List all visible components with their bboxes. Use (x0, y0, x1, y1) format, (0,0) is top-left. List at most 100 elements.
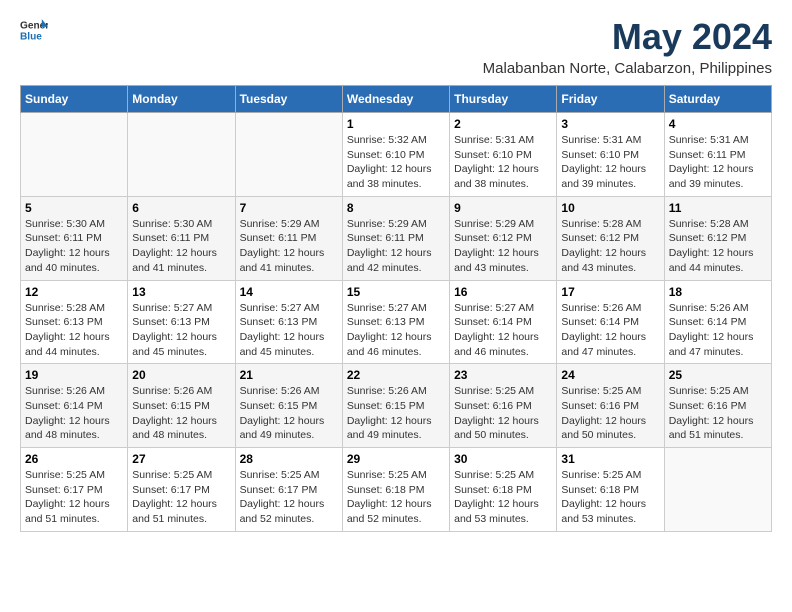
day-number: 14 (240, 285, 338, 299)
day-number: 12 (25, 285, 123, 299)
day-number: 17 (561, 285, 659, 299)
header-saturday: Saturday (664, 86, 771, 113)
week-row-4: 19Sunrise: 5:26 AMSunset: 6:14 PMDayligh… (21, 364, 772, 448)
day-info: Sunrise: 5:25 AMSunset: 6:18 PMDaylight:… (561, 468, 659, 527)
day-number: 27 (132, 452, 230, 466)
day-cell: 9 Sunrise: 5:29 AMSunset: 6:12 PMDaylight… (450, 196, 557, 280)
day-cell: 6 Sunrise: 5:30 AMSunset: 6:11 PMDaylight… (128, 196, 235, 280)
day-cell: 25 Sunrise: 5:25 AMSunset: 6:16 PMDayligh… (664, 364, 771, 448)
day-cell: 15 Sunrise: 5:27 AMSunset: 6:13 PMDayligh… (342, 280, 449, 364)
week-row-3: 12 Sunrise: 5:28 AMSunset: 6:13 PMDayligh… (21, 280, 772, 364)
day-info: Sunrise: 5:26 AMSunset: 6:14 PMDaylight:… (25, 384, 123, 443)
header: General Blue May 2024 Malabanban Norte, … (20, 16, 772, 77)
day-info: Sunrise: 5:26 AMSunset: 6:15 PMDaylight:… (240, 384, 338, 443)
day-number: 21 (240, 368, 338, 382)
calendar-header: Sunday Monday Tuesday Wednesday Thursday… (21, 86, 772, 113)
day-number: 3 (561, 117, 659, 131)
day-info: Sunrise: 5:25 AMSunset: 6:18 PMDaylight:… (347, 468, 445, 527)
week-row-2: 5 Sunrise: 5:30 AMSunset: 6:11 PMDaylight… (21, 196, 772, 280)
day-info: Sunrise: 5:27 AMSunset: 6:14 PMDaylight:… (454, 301, 552, 360)
day-number: 10 (561, 201, 659, 215)
day-cell (21, 113, 128, 197)
day-info: Sunrise: 5:29 AMSunset: 6:12 PMDaylight:… (454, 217, 552, 276)
header-sunday: Sunday (21, 86, 128, 113)
calendar-body: 1 Sunrise: 5:32 AMSunset: 6:10 PMDaylight… (21, 113, 772, 532)
day-cell: 31 Sunrise: 5:25 AMSunset: 6:18 PMDayligh… (557, 448, 664, 532)
day-info: Sunrise: 5:25 AMSunset: 6:17 PMDaylight:… (25, 468, 123, 527)
header-monday: Monday (128, 86, 235, 113)
day-cell: 8 Sunrise: 5:29 AMSunset: 6:11 PMDaylight… (342, 196, 449, 280)
day-info: Sunrise: 5:25 AMSunset: 6:16 PMDaylight:… (561, 384, 659, 443)
day-cell: 12 Sunrise: 5:28 AMSunset: 6:13 PMDayligh… (21, 280, 128, 364)
day-number: 13 (132, 285, 230, 299)
day-number: 22 (347, 368, 445, 382)
day-cell: 21 Sunrise: 5:26 AMSunset: 6:15 PMDayligh… (235, 364, 342, 448)
day-number: 28 (240, 452, 338, 466)
day-info: Sunrise: 5:31 AMSunset: 6:10 PMDaylight:… (561, 133, 659, 192)
day-cell: 11Sunrise: 5:28 AMSunset: 6:12 PMDayligh… (664, 196, 771, 280)
day-number: 20 (132, 368, 230, 382)
day-info: Sunrise: 5:29 AMSunset: 6:11 PMDaylight:… (347, 217, 445, 276)
day-cell: 29Sunrise: 5:25 AMSunset: 6:18 PMDayligh… (342, 448, 449, 532)
header-tuesday: Tuesday (235, 86, 342, 113)
day-number: 26 (25, 452, 123, 466)
day-cell: 22 Sunrise: 5:26 AMSunset: 6:15 PMDayligh… (342, 364, 449, 448)
day-number: 1 (347, 117, 445, 131)
day-cell: 14 Sunrise: 5:27 AMSunset: 6:13 PMDayligh… (235, 280, 342, 364)
day-number: 7 (240, 201, 338, 215)
day-info: Sunrise: 5:29 AMSunset: 6:11 PMDaylight:… (240, 217, 338, 276)
day-info: Sunrise: 5:27 AMSunset: 6:13 PMDaylight:… (240, 301, 338, 360)
day-cell: 17 Sunrise: 5:26 AMSunset: 6:14 PMDayligh… (557, 280, 664, 364)
day-info: Sunrise: 5:25 AMSunset: 6:18 PMDaylight:… (454, 468, 552, 527)
day-info: Sunrise: 5:26 AMSunset: 6:14 PMDaylight:… (561, 301, 659, 360)
day-cell (664, 448, 771, 532)
day-info: Sunrise: 5:25 AMSunset: 6:17 PMDaylight:… (132, 468, 230, 527)
day-number: 9 (454, 201, 552, 215)
day-cell: 13 Sunrise: 5:27 AMSunset: 6:13 PMDayligh… (128, 280, 235, 364)
header-thursday: Thursday (450, 86, 557, 113)
page-subtitle: Malabanban Norte, Calabarzon, Philippine… (483, 60, 772, 77)
day-number: 5 (25, 201, 123, 215)
day-cell: 5 Sunrise: 5:30 AMSunset: 6:11 PMDaylight… (21, 196, 128, 280)
day-info: Sunrise: 5:27 AMSunset: 6:13 PMDaylight:… (132, 301, 230, 360)
day-cell: 16 Sunrise: 5:27 AMSunset: 6:14 PMDayligh… (450, 280, 557, 364)
day-cell: 30Sunrise: 5:25 AMSunset: 6:18 PMDayligh… (450, 448, 557, 532)
day-info: Sunrise: 5:26 AMSunset: 6:14 PMDaylight:… (669, 301, 767, 360)
page-title: May 2024 (483, 16, 772, 58)
day-info: Sunrise: 5:32 AMSunset: 6:10 PMDaylight:… (347, 133, 445, 192)
day-cell: 23Sunrise: 5:25 AMSunset: 6:16 PMDayligh… (450, 364, 557, 448)
day-number: 11 (669, 201, 767, 215)
day-number: 8 (347, 201, 445, 215)
day-number: 15 (347, 285, 445, 299)
day-number: 23 (454, 368, 552, 382)
day-info: Sunrise: 5:26 AMSunset: 6:15 PMDaylight:… (347, 384, 445, 443)
header-row: Sunday Monday Tuesday Wednesday Thursday… (21, 86, 772, 113)
logo-icon: General Blue (20, 16, 48, 44)
day-cell: 24 Sunrise: 5:25 AMSunset: 6:16 PMDayligh… (557, 364, 664, 448)
day-info: Sunrise: 5:25 AMSunset: 6:16 PMDaylight:… (669, 384, 767, 443)
week-row-1: 1 Sunrise: 5:32 AMSunset: 6:10 PMDaylight… (21, 113, 772, 197)
day-info: Sunrise: 5:28 AMSunset: 6:13 PMDaylight:… (25, 301, 123, 360)
day-info: Sunrise: 5:26 AMSunset: 6:15 PMDaylight:… (132, 384, 230, 443)
week-row-5: 26 Sunrise: 5:25 AMSunset: 6:17 PMDayligh… (21, 448, 772, 532)
day-cell: 26 Sunrise: 5:25 AMSunset: 6:17 PMDayligh… (21, 448, 128, 532)
day-cell: 27 Sunrise: 5:25 AMSunset: 6:17 PMDayligh… (128, 448, 235, 532)
day-cell: 19Sunrise: 5:26 AMSunset: 6:14 PMDayligh… (21, 364, 128, 448)
header-friday: Friday (557, 86, 664, 113)
day-cell: 3 Sunrise: 5:31 AMSunset: 6:10 PMDaylight… (557, 113, 664, 197)
day-number: 25 (669, 368, 767, 382)
title-area: May 2024 Malabanban Norte, Calabarzon, P… (483, 16, 772, 77)
day-info: Sunrise: 5:30 AMSunset: 6:11 PMDaylight:… (25, 217, 123, 276)
day-number: 24 (561, 368, 659, 382)
day-number: 31 (561, 452, 659, 466)
day-info: Sunrise: 5:27 AMSunset: 6:13 PMDaylight:… (347, 301, 445, 360)
day-cell: 4Sunrise: 5:31 AMSunset: 6:11 PMDaylight… (664, 113, 771, 197)
day-number: 6 (132, 201, 230, 215)
day-number: 2 (454, 117, 552, 131)
day-number: 16 (454, 285, 552, 299)
day-number: 4 (669, 117, 767, 131)
day-info: Sunrise: 5:30 AMSunset: 6:11 PMDaylight:… (132, 217, 230, 276)
day-cell (128, 113, 235, 197)
header-wednesday: Wednesday (342, 86, 449, 113)
day-info: Sunrise: 5:31 AMSunset: 6:10 PMDaylight:… (454, 133, 552, 192)
